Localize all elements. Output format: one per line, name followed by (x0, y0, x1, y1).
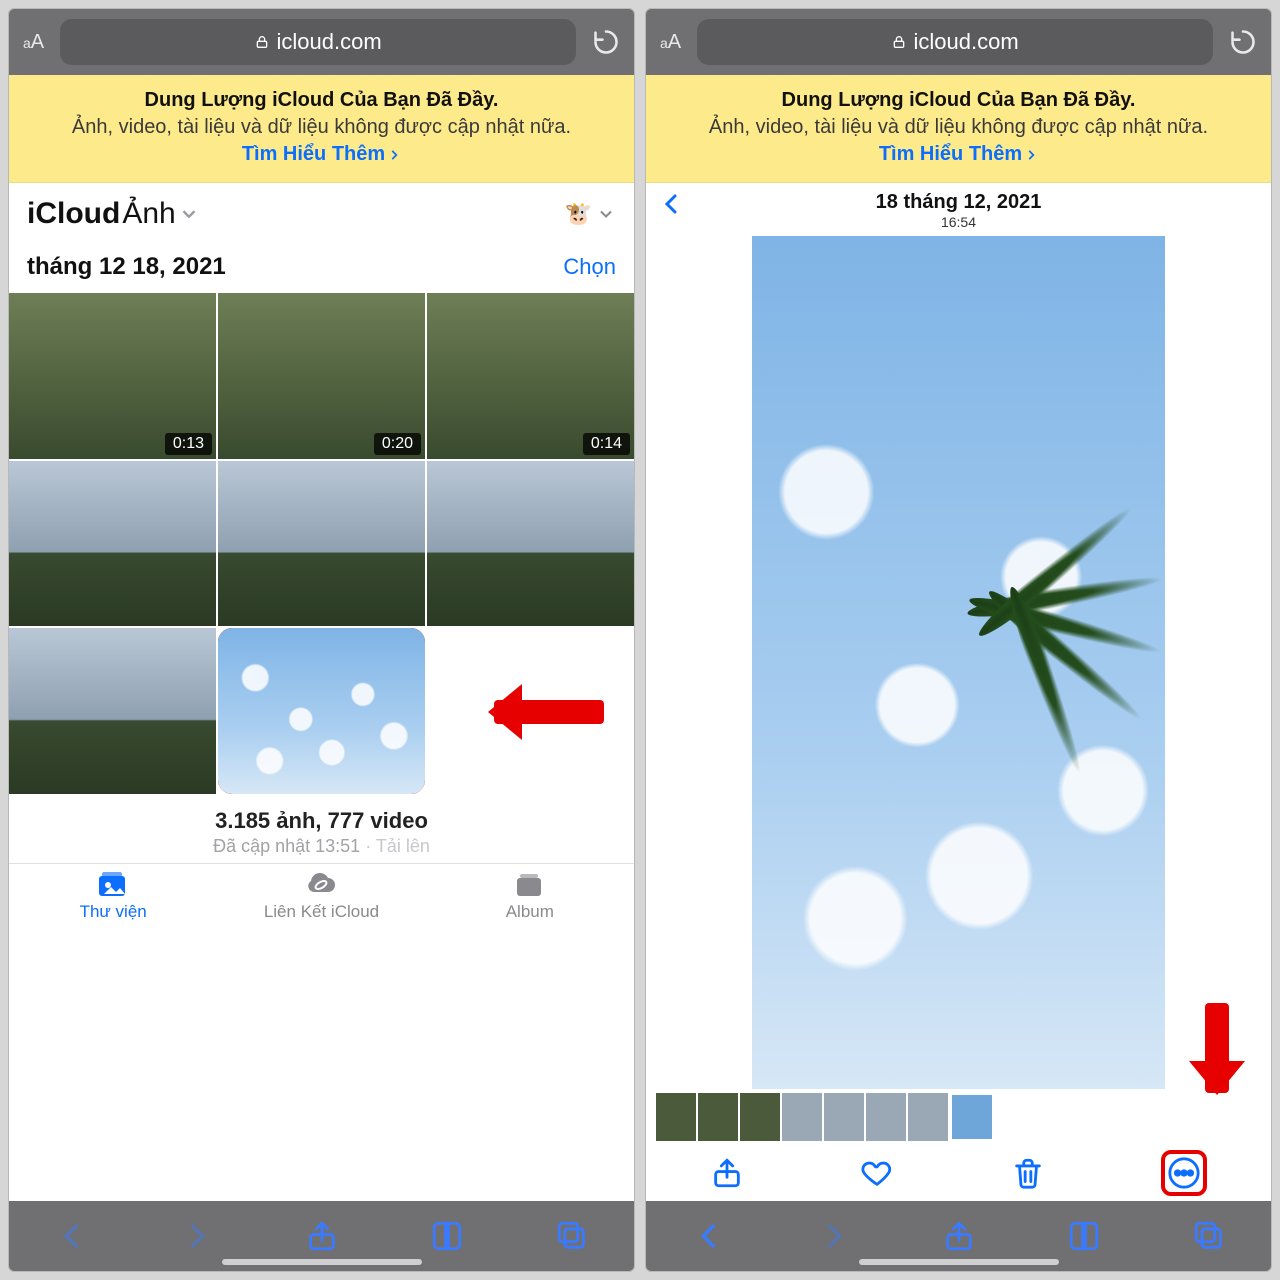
avatar: 🐮 (565, 201, 592, 227)
home-indicator (222, 1259, 422, 1265)
filmstrip-thumb[interactable] (824, 1093, 864, 1141)
select-button[interactable]: Chọn (563, 254, 616, 280)
icloud-tabs: Thư viện Liên Kết iCloud Album (9, 863, 634, 928)
album-icon (513, 870, 547, 900)
photo-thumbnail[interactable] (427, 461, 634, 627)
chevron-right-icon (1024, 148, 1038, 162)
annotation-arrow-down (1205, 1003, 1229, 1093)
palm-tree-illustration (901, 364, 1165, 961)
library-icon (96, 870, 130, 900)
banner-sub: Ảnh, video, tài liệu và dữ liệu không đư… (72, 116, 571, 138)
address-domain: icloud.com (276, 29, 381, 55)
chevron-down-icon (178, 203, 200, 225)
filmstrip-thumb[interactable] (866, 1093, 906, 1141)
browser-back-button[interactable] (692, 1219, 726, 1253)
library-header: iCloud Ảnh 🐮 (9, 183, 634, 239)
photo-thumbnail[interactable]: 0:20 (218, 293, 425, 459)
safari-toolbar (9, 1201, 634, 1271)
video-duration-badge: 0:13 (165, 433, 212, 455)
reader-aa-button[interactable]: aA (660, 31, 681, 54)
video-duration-badge: 0:20 (374, 433, 421, 455)
section-header: tháng 12 18, 2021 Chọn (9, 239, 634, 293)
reload-button[interactable] (592, 28, 620, 56)
phone-left: aA icloud.com Dung Lượng iCloud Của Bạn … (8, 8, 635, 1272)
more-button[interactable] (1161, 1150, 1207, 1196)
banner-title: Dung Lượng iCloud Của Bạn Đã Đầy. (782, 89, 1136, 111)
address-pill[interactable]: icloud.com (60, 19, 576, 65)
browser-tabs-button[interactable] (555, 1219, 589, 1253)
section-date: tháng 12 18, 2021 (27, 253, 226, 281)
banner-sub: Ảnh, video, tài liệu và dữ liệu không đư… (709, 116, 1208, 138)
account-menu[interactable]: 🐮 (565, 201, 616, 227)
photo-thumbnail[interactable] (9, 628, 216, 794)
cloud-link-icon (304, 870, 338, 900)
photo-thumbnail[interactable] (218, 461, 425, 627)
favorite-button[interactable] (860, 1156, 894, 1190)
back-button[interactable] (660, 189, 684, 224)
detail-date: 18 tháng 12, 2021 (646, 191, 1271, 214)
browser-bookmarks-button[interactable] (430, 1219, 464, 1253)
browser-share-button[interactable] (942, 1219, 976, 1253)
detail-header: 18 tháng 12, 2021 16:54 (646, 183, 1271, 236)
photo-thumbnail-highlighted[interactable] (218, 628, 425, 794)
lock-icon (891, 34, 907, 50)
counts-line: 3.185 ảnh, 777 video (17, 808, 626, 834)
filmstrip-thumb[interactable] (782, 1093, 822, 1141)
banner-learn-more-link[interactable]: Tìm Hiểu Thêm (242, 141, 401, 168)
banner-title: Dung Lượng iCloud Của Bạn Đã Đầy. (145, 89, 499, 111)
address-pill[interactable]: icloud.com (697, 19, 1213, 65)
browser-tabs-button[interactable] (1192, 1219, 1226, 1253)
chevron-down-icon (596, 204, 616, 224)
updated-label: Đã cập nhật 13:51 (213, 836, 360, 856)
home-indicator (859, 1259, 1059, 1265)
storage-full-banner: Dung Lượng iCloud Của Bạn Đã Đầy. Ảnh, v… (646, 75, 1271, 183)
filmstrip-thumb[interactable] (656, 1093, 696, 1141)
delete-button[interactable] (1011, 1156, 1045, 1190)
share-button[interactable] (710, 1156, 744, 1190)
browser-share-button[interactable] (305, 1219, 339, 1253)
tab-icloud-links[interactable]: Liên Kết iCloud (217, 870, 425, 922)
filmstrip-thumb-current[interactable] (950, 1093, 994, 1141)
library-title-dropdown[interactable]: iCloud Ảnh (27, 197, 200, 231)
phone-right: aA icloud.com Dung Lượng iCloud Của Bạn … (645, 8, 1272, 1272)
photo-thumbnail[interactable]: 0:13 (9, 293, 216, 459)
annotation-arrow-left (494, 700, 604, 724)
browser-forward-button[interactable] (817, 1219, 851, 1253)
photo-thumbnail[interactable]: 0:14 (427, 293, 634, 459)
reload-button[interactable] (1229, 28, 1257, 56)
filmstrip[interactable] (646, 1089, 1271, 1145)
lock-icon (254, 34, 270, 50)
photo-view[interactable] (646, 236, 1271, 1089)
storage-full-banner: Dung Lượng iCloud Của Bạn Đã Đầy. Ảnh, v… (9, 75, 634, 183)
banner-learn-more-link[interactable]: Tìm Hiểu Thêm (879, 141, 1038, 168)
upload-label: Tải lên (360, 836, 430, 856)
safari-toolbar (646, 1201, 1271, 1271)
photo-actions (646, 1145, 1271, 1201)
filmstrip-thumb[interactable] (698, 1093, 738, 1141)
detail-time: 16:54 (646, 214, 1271, 230)
address-domain: icloud.com (913, 29, 1018, 55)
reader-aa-button[interactable]: aA (23, 31, 44, 54)
browser-bookmarks-button[interactable] (1067, 1219, 1101, 1253)
browser-forward-button[interactable] (180, 1219, 214, 1253)
tab-library[interactable]: Thư viện (9, 870, 217, 922)
photo-thumbnail[interactable] (9, 461, 216, 627)
library-counts: 3.185 ảnh, 777 video Đã cập nhật 13:51Tả… (9, 794, 634, 863)
filmstrip-thumb[interactable] (908, 1093, 948, 1141)
video-duration-badge: 0:14 (583, 433, 630, 455)
chevron-right-icon (387, 148, 401, 162)
browser-back-button[interactable] (55, 1219, 89, 1253)
filmstrip-thumb[interactable] (740, 1093, 780, 1141)
safari-url-bar: aA icloud.com (9, 9, 634, 75)
tab-album[interactable]: Album (426, 870, 634, 922)
safari-url-bar: aA icloud.com (646, 9, 1271, 75)
